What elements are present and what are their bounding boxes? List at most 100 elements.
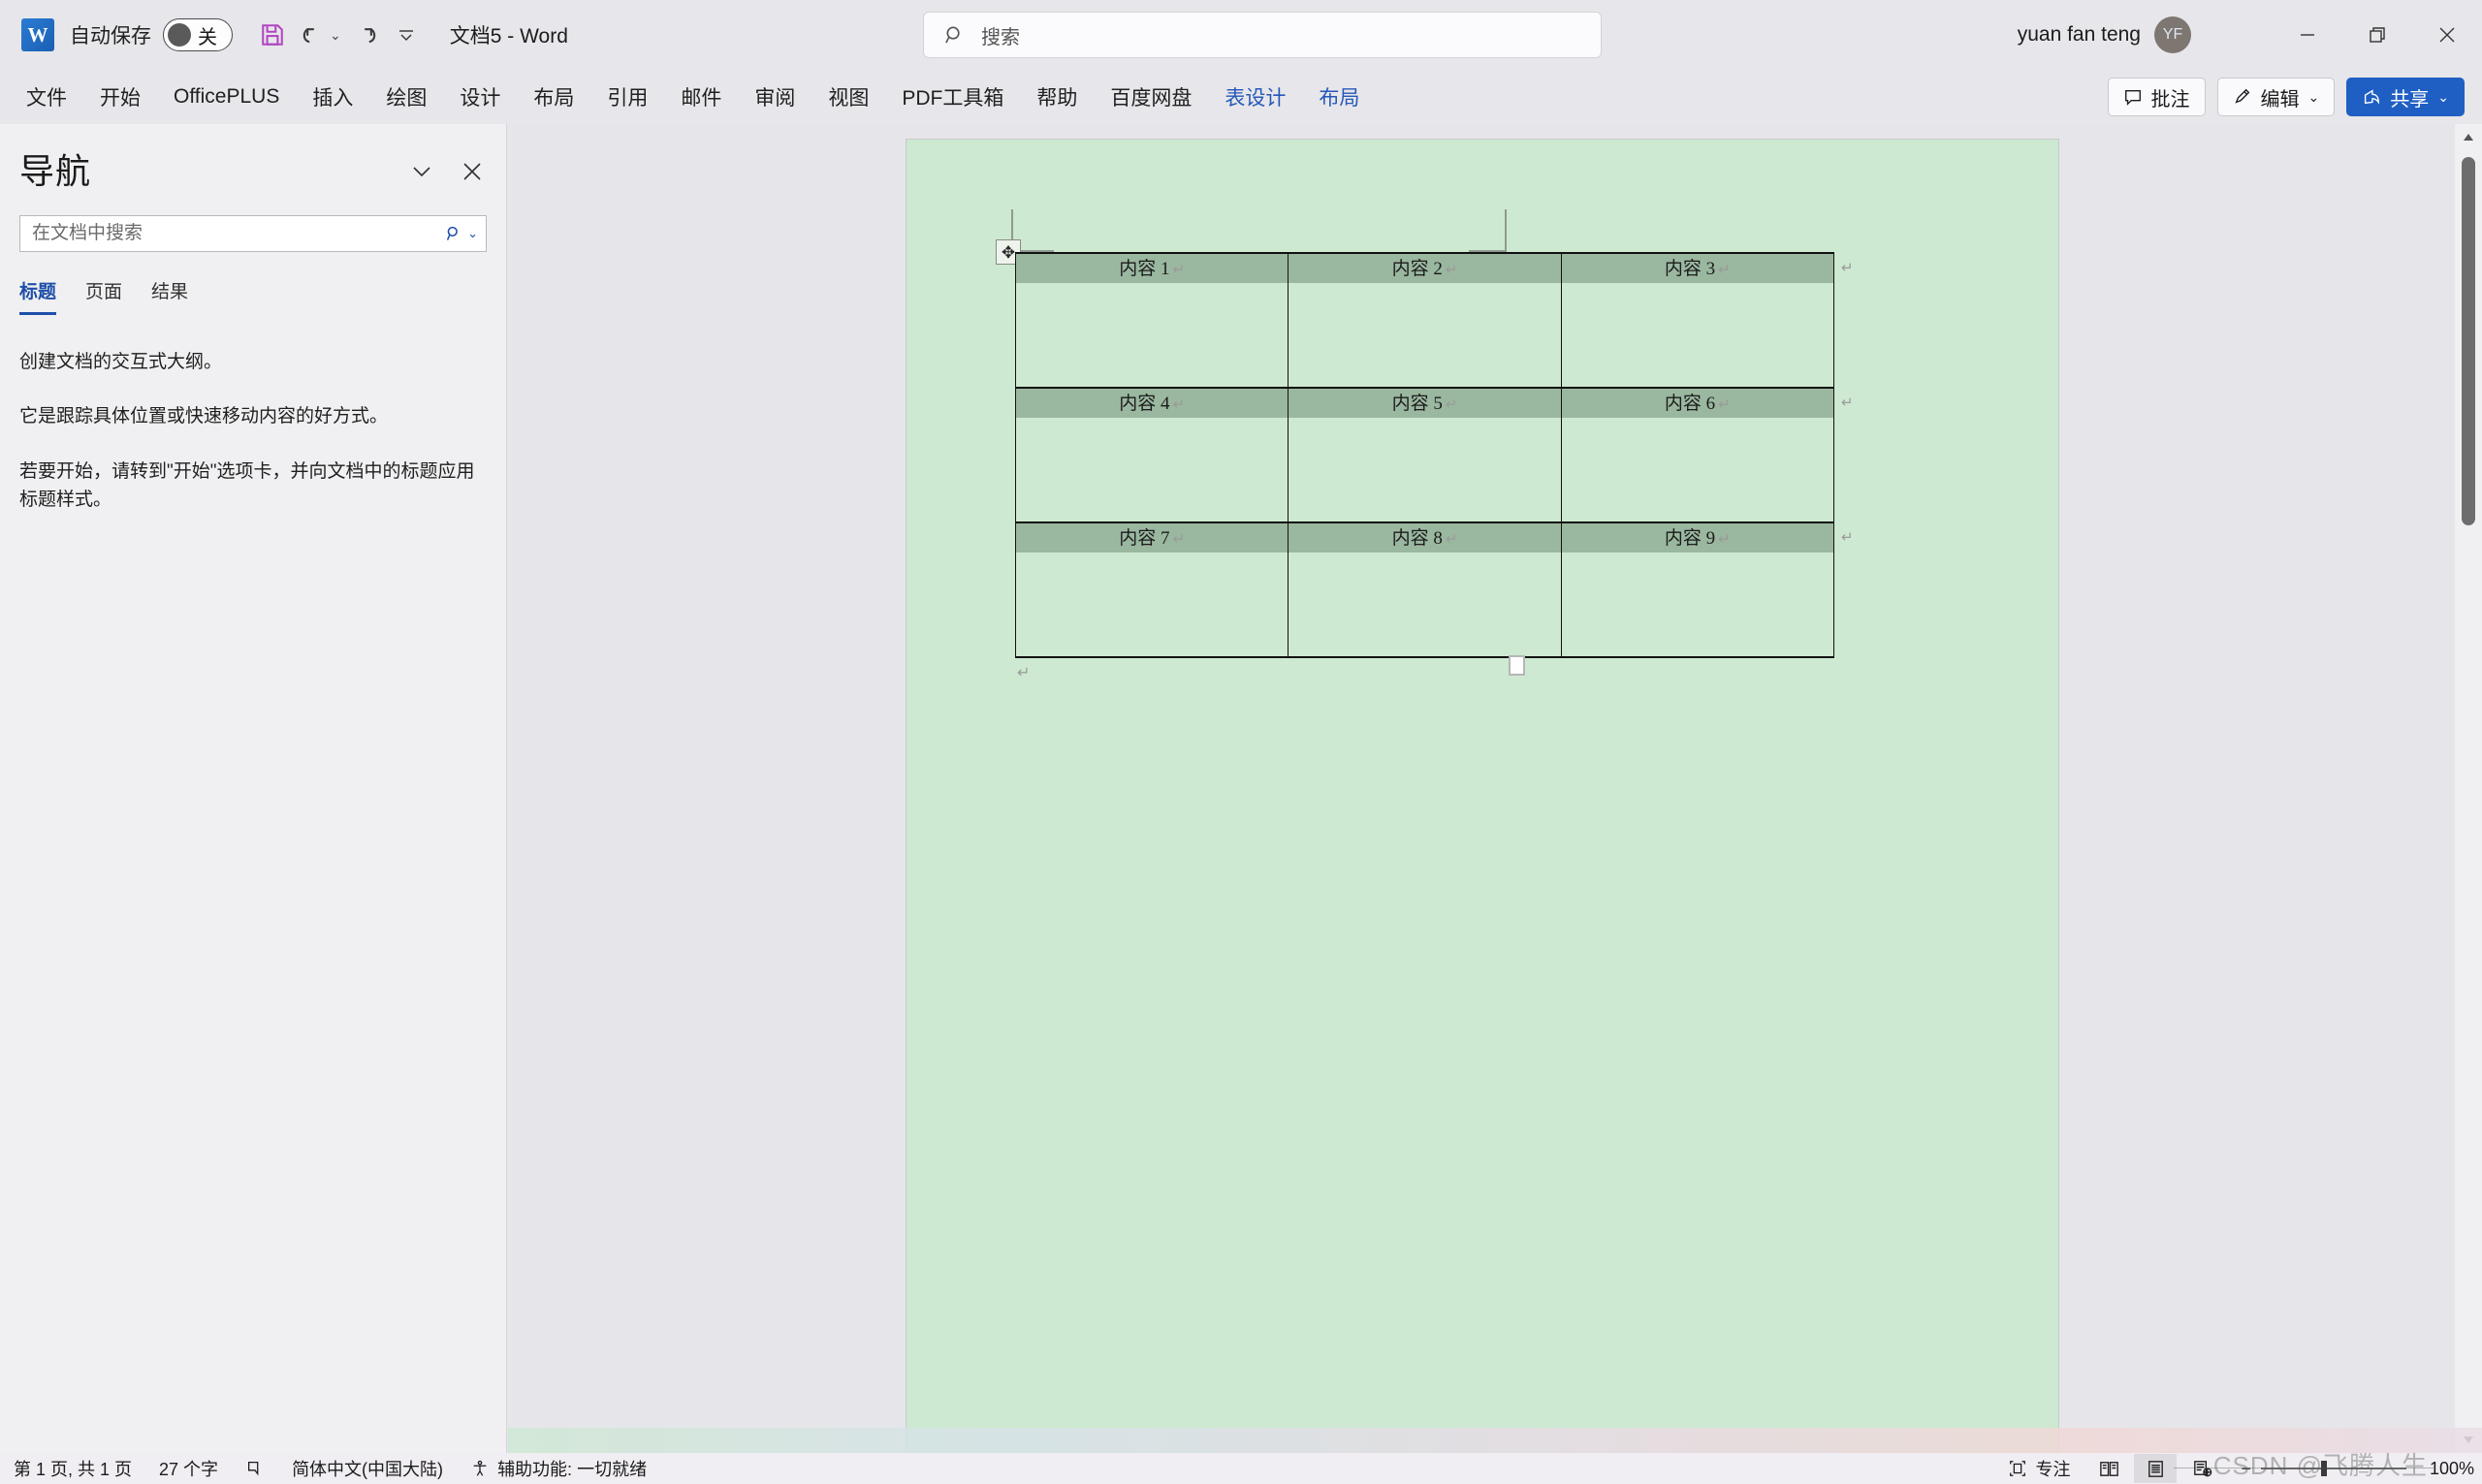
chevron-down-icon[interactable]: ⌄ — [2437, 89, 2449, 106]
ribbon-tab-6[interactable]: 布局 — [517, 76, 590, 118]
account-area[interactable]: yuan fan teng YF — [2018, 0, 2191, 70]
table-cell[interactable]: 内容 9 ↵ — [1560, 521, 1835, 553]
ribbon-tab-3[interactable]: 插入 — [296, 76, 369, 118]
watermark-strike — [2174, 1467, 2434, 1468]
close-icon[interactable] — [2412, 0, 2482, 70]
ribbon-tab-15[interactable]: 布局 — [1302, 76, 1376, 118]
table-cell[interactable]: 内容 6 ↵ — [1560, 387, 1835, 418]
table-cell-text: 内容 6 — [1664, 394, 1716, 414]
table-cell[interactable]: 内容 3 ↵ — [1560, 252, 1835, 283]
table-cell[interactable]: 内容 1 ↵ — [1014, 252, 1289, 283]
accessibility-icon — [473, 1460, 487, 1476]
scrollbar-thumb[interactable] — [2462, 157, 2475, 525]
navigation-paragraph: 创建文档的交互式大纲。 — [19, 352, 223, 372]
scroll-up-icon[interactable] — [2455, 124, 2482, 151]
ribbon-tab-4[interactable]: 绘图 — [369, 76, 443, 118]
ribbon-tab-10[interactable]: 视图 — [811, 76, 885, 118]
zoom-control[interactable]: − 100% — [2227, 1459, 2474, 1479]
page-info[interactable]: 第 1 页, 共 1 页 — [0, 1453, 145, 1484]
paragraph-mark: ↵ — [1172, 397, 1186, 413]
customize-quick-access-icon[interactable] — [386, 15, 427, 55]
ribbon-tab-7[interactable]: 引用 — [590, 76, 664, 118]
table-header-row: 内容 7 ↵ 内容 8 ↵ 内容 9 ↵ — [1014, 521, 1835, 553]
ribbon-tab-13[interactable]: 百度网盘 — [1094, 76, 1208, 118]
margin-guide — [1505, 209, 1507, 252]
search-input[interactable] — [32, 223, 446, 244]
vertical-scrollbar[interactable] — [2455, 124, 2482, 1453]
title-bar: W 自动保存 关 ⌄ 文档5 - Word 搜索 yuan fan teng Y… — [0, 0, 2482, 70]
table-cell[interactable] — [1288, 283, 1562, 388]
print-layout-icon[interactable] — [2134, 1454, 2178, 1483]
magnifier-icon[interactable] — [445, 225, 463, 243]
ribbon-tab-14[interactable]: 表设计 — [1208, 76, 1302, 118]
table-cell[interactable] — [1560, 418, 1835, 522]
table-cell[interactable]: 内容 7 ↵ — [1014, 521, 1289, 553]
search-placeholder: 搜索 — [981, 26, 1020, 48]
read-mode-icon[interactable] — [2087, 1454, 2130, 1483]
minimize-icon[interactable] — [2273, 0, 2342, 70]
word-count[interactable]: 27 个字 — [145, 1453, 232, 1484]
zoom-slider-knob[interactable] — [2321, 1461, 2327, 1476]
editing-button[interactable]: 编辑 ⌄ — [2216, 78, 2336, 116]
restore-icon[interactable] — [2342, 0, 2412, 70]
zoom-out-button[interactable]: − — [2241, 1459, 2251, 1479]
ribbon-tab-11[interactable]: PDF工具箱 — [885, 76, 1020, 118]
table-cell[interactable] — [1560, 553, 1835, 658]
autosave-toggle[interactable]: 关 — [163, 18, 233, 51]
ribbon-tab-12[interactable]: 帮助 — [1020, 76, 1094, 118]
table-cell[interactable] — [1014, 418, 1289, 522]
undo-icon[interactable] — [293, 15, 334, 55]
proofing-icon[interactable] — [232, 1453, 278, 1484]
ribbon-tab-8[interactable]: 邮件 — [664, 76, 738, 118]
close-icon[interactable] — [456, 155, 489, 188]
navigation-paragraph: 它是跟踪具体位置或快速移动内容的好方式。 — [19, 406, 389, 427]
paragraph-mark: ↵ — [1172, 532, 1186, 548]
table-cell[interactable] — [1560, 283, 1835, 388]
ribbon-tab-1[interactable]: 开始 — [83, 76, 157, 118]
navigation-header: 导航 — [0, 124, 506, 194]
paragraph-mark: ↵ — [1445, 532, 1458, 548]
table-cell[interactable] — [1014, 283, 1289, 388]
ribbon-tab-5[interactable]: 设计 — [443, 76, 517, 118]
share-button[interactable]: 共享 ⌄ — [2346, 78, 2465, 116]
table-cell[interactable] — [1288, 418, 1562, 522]
zoom-level[interactable]: 100% — [2416, 1459, 2474, 1479]
word-app-icon-letter: W — [27, 22, 48, 47]
redo-icon[interactable] — [345, 15, 386, 55]
table-cell[interactable] — [1014, 553, 1289, 658]
document-canvas[interactable]: ✥ 内容 1 ↵ 内容 2 ↵ 内容 3 ↵ 内容 4 ↵ 内容 5 ↵ 内容 6 ↵ 内容 7 ↵ 内容 … — [508, 124, 2482, 1453]
ribbon-tab-9[interactable]: 审阅 — [738, 76, 811, 118]
table-cell[interactable]: 内容 5 ↵ — [1288, 387, 1562, 418]
table-cell[interactable] — [1288, 553, 1562, 658]
accessibility-status[interactable]: 辅助功能: 一切就绪 — [457, 1453, 660, 1484]
ribbon-tab-0[interactable]: 文件 — [10, 76, 83, 118]
share-button-label: 共享 — [2390, 88, 2430, 111]
table-cell[interactable]: 内容 2 ↵ — [1288, 252, 1562, 283]
navigation-search-box[interactable]: ⌄ — [19, 215, 487, 252]
navigation-tab-1[interactable]: 页面 — [85, 277, 122, 315]
table-cell[interactable]: 内容 8 ↵ — [1288, 521, 1562, 553]
document-page[interactable]: ✥ 内容 1 ↵ 内容 2 ↵ 内容 3 ↵ 内容 4 ↵ 内容 5 ↵ 内容 6 ↵ 内容 7 ↵ 内容 … — [906, 139, 2059, 1453]
paragraph-mark: ↵ — [1445, 397, 1458, 413]
save-icon[interactable] — [252, 15, 293, 55]
language-indicator[interactable]: 简体中文(中国大陆) — [278, 1453, 457, 1484]
web-layout-icon[interactable] — [2180, 1454, 2223, 1483]
chevron-down-icon[interactable]: ⌄ — [2308, 89, 2320, 106]
table-body-row — [1014, 283, 1835, 388]
focus-mode-button[interactable]: 专注 — [1994, 1453, 2084, 1484]
end-paragraph-mark: ↵ — [1017, 665, 1031, 681]
pencil-icon — [2234, 88, 2249, 104]
comments-button[interactable]: 批注 — [2107, 78, 2206, 116]
avatar[interactable]: YF — [2154, 16, 2191, 53]
chevron-down-icon[interactable] — [405, 155, 438, 188]
navigation-tab-0[interactable]: 标题 — [19, 277, 57, 315]
document-table-wrapper[interactable]: 内容 1 ↵ 内容 2 ↵ 内容 3 ↵ 内容 4 ↵ 内容 5 ↵ 内容 6 ↵ 内容 7 ↵ 内容 8 ↵… — [1014, 252, 1854, 658]
navigation-tab-2[interactable]: 结果 — [151, 277, 188, 315]
table-cell[interactable]: 内容 4 ↵ — [1014, 387, 1289, 418]
undo-dropdown-icon[interactable]: ⌄ — [330, 27, 341, 44]
chevron-down-icon[interactable]: ⌄ — [467, 226, 478, 241]
search-input[interactable]: 搜索 — [923, 12, 1602, 58]
ribbon-tab-2[interactable]: OfficePLUS — [157, 76, 296, 118]
table-resize-handle[interactable] — [1509, 655, 1525, 676]
document-table: 内容 1 ↵ 内容 2 ↵ 内容 3 ↵ 内容 4 ↵ 内容 5 ↵ 内容 6 ↵ 内容 7 ↵ 内容 8 ↵… — [1014, 252, 1835, 658]
